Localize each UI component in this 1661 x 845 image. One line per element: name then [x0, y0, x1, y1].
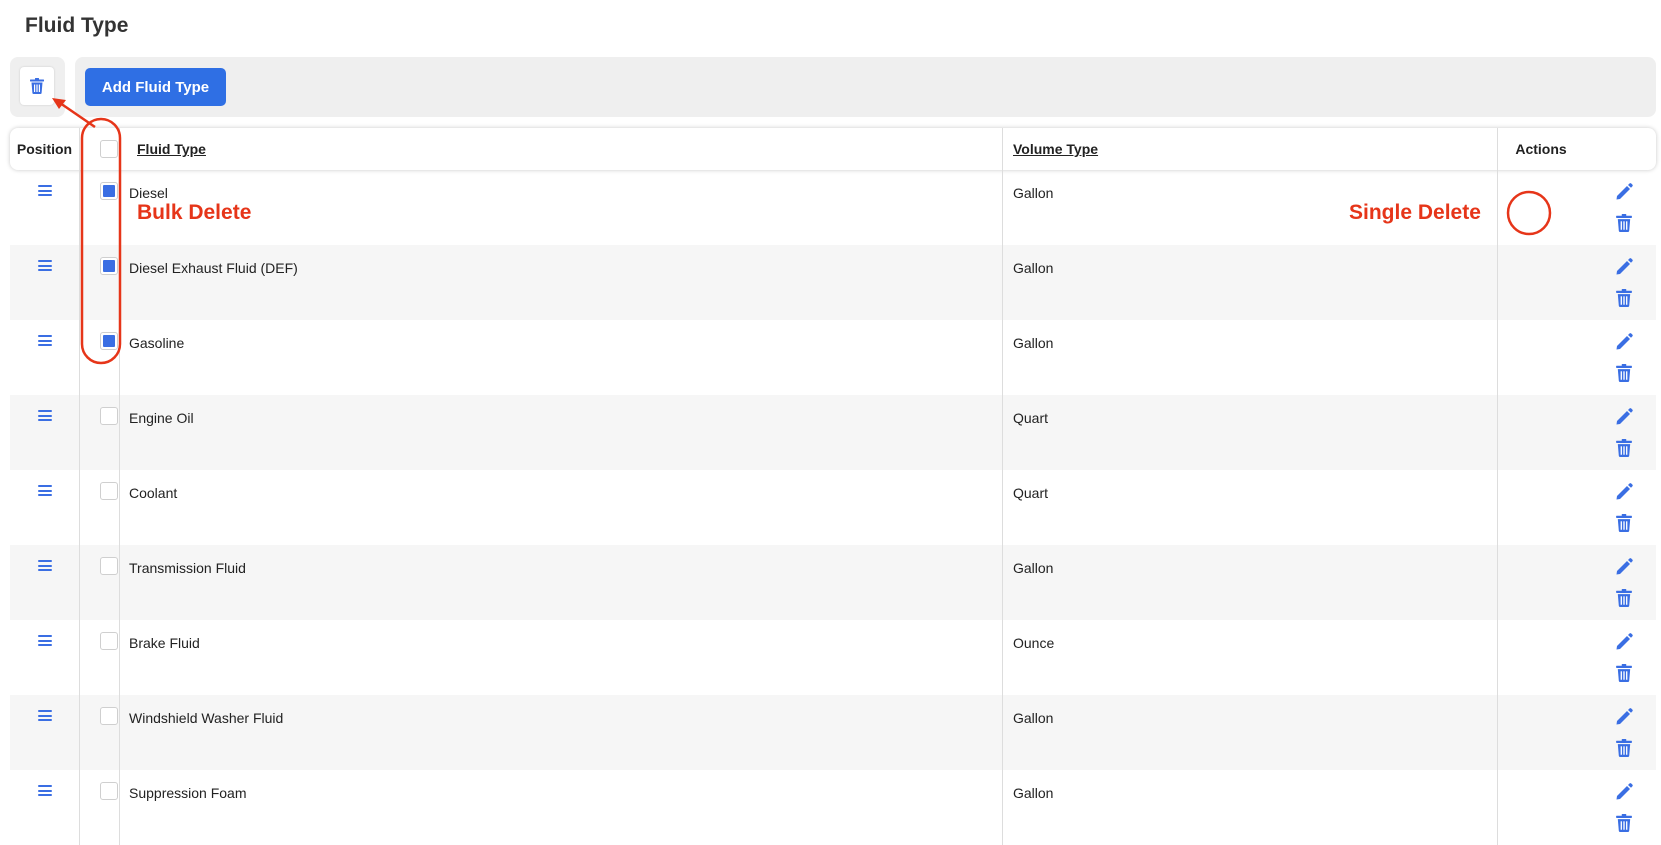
single-delete-highlight	[1506, 190, 1552, 236]
bulk-delete-arrow	[59, 101, 96, 129]
annotation-overlay	[52, 98, 1552, 365]
bulk-delete-highlight	[80, 117, 122, 365]
single-delete-annotation: Single Delete	[1349, 201, 1481, 224]
bulk-delete-arrowhead	[52, 98, 66, 109]
bulk-delete-annotation: Bulk Delete	[137, 201, 252, 224]
